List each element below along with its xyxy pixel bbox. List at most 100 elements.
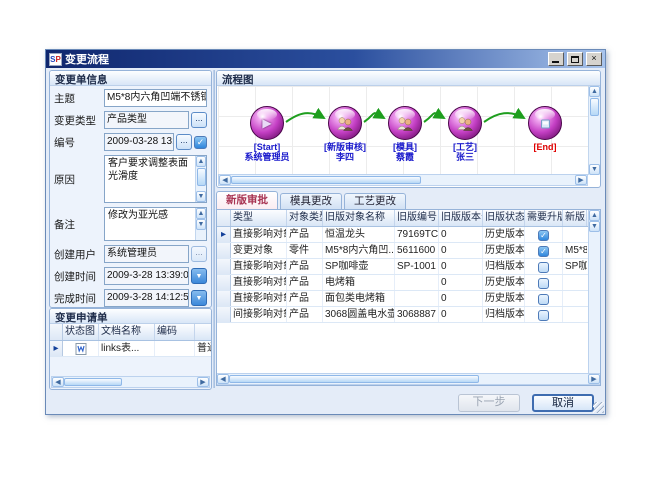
create-time-input[interactable]: 2009-3-28 13:39:01 [104,267,189,285]
number-checkbox[interactable]: ✓ [194,136,207,149]
column-header[interactable]: 需要升版 [525,210,563,226]
table-row[interactable]: 变更对象零件M5*8内六角凹...56116000历史版本✓M5*8 [217,243,600,259]
request-form-group: 变更申请单 状态图 文档名称 编码 ▸ links表... 普通 [49,308,212,390]
creator-row: 创建用户 系统管理员 ... [54,245,207,263]
scroll-left-icon[interactable]: ◀ [219,175,231,185]
flow-canvas[interactable]: ▶[Start]系统管理员[新版审核]李四[模具]蔡霞[工艺]张三[End] [218,86,588,175]
column-header[interactable]: 编码 [155,324,195,340]
scroll-right-icon[interactable]: ▶ [575,175,587,185]
finish-time-dropdown-icon[interactable]: ▼ [191,290,207,306]
column-header[interactable]: 类型 [231,210,287,226]
creator-browse-button[interactable]: ... [191,246,207,262]
cancel-button[interactable]: 取消 [532,394,594,412]
flow-node-step-1[interactable] [328,106,362,140]
reason-textarea[interactable]: 客户要求调整表面光滑度 ▲▼ [104,155,207,203]
upgrade-checkbox[interactable] [538,310,549,321]
remark-scrollbar[interactable]: ▲▼ [195,208,206,240]
row-selector [217,275,231,290]
remark-label: 备注 [54,217,104,232]
titlebar[interactable]: SP 变更流程 × [46,50,605,68]
table-row[interactable]: 直接影响对象产品SP咖啡壶SP-10010归档版本SP咖 [217,259,600,275]
cell-old_no: 79169TC [395,227,439,242]
scroll-thumb[interactable] [590,98,599,116]
column-header[interactable]: 新版 [563,210,587,226]
scroll-thumb[interactable] [197,168,206,186]
scroll-thumb[interactable] [231,176,421,184]
tab-new-version-approval[interactable]: 新版审批 [216,191,278,209]
request-table-hscrollbar[interactable]: ◀ ▶ [51,376,210,388]
remark-textarea[interactable]: 修改为亚光感 ▲▼ [104,207,207,241]
scroll-right-icon[interactable]: ▶ [197,377,209,387]
tab-mold-change[interactable]: 模具更改 [280,193,342,209]
scroll-right-icon[interactable]: ▶ [588,374,600,384]
flow-node-label: [工艺]张三 [420,142,510,162]
table-row[interactable]: 间接影响对象产品3068圆盖电水壶30688870归档版本 [217,307,600,323]
flow-node-end[interactable] [528,106,562,140]
column-header[interactable]: 旧版版本号 [439,210,483,226]
upgrade-checkbox[interactable] [538,262,549,273]
upgrade-checkbox[interactable]: ✓ [538,246,549,257]
scroll-thumb[interactable] [229,375,479,383]
column-header[interactable] [195,324,212,340]
resize-grip[interactable] [593,402,604,413]
row-selector: ▸ [50,341,63,356]
column-header[interactable]: 状态图 [63,324,99,340]
flow-node-step-3[interactable] [448,106,482,140]
scroll-left-icon[interactable]: ◀ [217,374,229,384]
table-row[interactable]: ▸ links表... 普通 [50,341,211,357]
subject-input[interactable]: M5*8内六角凹端不锈钢紧固螺钉 [104,89,207,107]
create-time-dropdown-icon[interactable]: ▼ [191,268,207,284]
desktop-background: SP 变更流程 × 变更单信息 主题 M5*8内六角凹端不锈钢紧固螺钉 变更类型… [0,0,660,477]
reason-scrollbar[interactable]: ▲▼ [195,156,206,202]
people-icon [456,116,474,131]
number-browse-button[interactable]: ... [176,134,192,150]
scroll-up-icon[interactable]: ▲ [589,210,600,221]
scroll-up-icon[interactable]: ▲ [589,86,600,97]
tab-process-change[interactable]: 工艺更改 [344,193,406,209]
scroll-thumb[interactable] [64,378,122,386]
table-row[interactable]: 直接影响对象产品电烤箱0历史版本 [217,275,600,291]
cell-old_name: 面包类电烤箱 [323,291,395,306]
end-cube-icon [539,117,552,130]
column-header[interactable]: 旧版编号 [395,210,439,226]
column-header[interactable]: 旧版对象名称 [323,210,395,226]
scroll-down-icon[interactable]: ▼ [196,191,206,202]
scroll-down-icon[interactable]: ▼ [589,221,600,232]
table-row[interactable]: ▸直接影响对象产品恒温龙头79169TC0历史版本✓ [217,227,600,243]
finish-time-input[interactable]: 2009-3-28 14:12:50 [104,289,189,307]
upgrade-checkbox[interactable] [538,278,549,289]
cell-upgrade: ✓ [525,227,563,242]
main-table-hscrollbar[interactable]: ◀ ▶ [217,373,600,385]
scroll-down-icon[interactable]: ▼ [196,219,206,230]
flow-hscrollbar[interactable]: ◀ ▶ [218,174,588,186]
creator-input[interactable]: 系统管理员 [104,245,189,263]
change-type-browse-button[interactable]: ... [191,112,207,128]
upgrade-checkbox[interactable]: ✓ [538,230,549,241]
remark-row: 备注 修改为亚光感 ▲▼ [54,207,207,241]
main-table-vscrollbar[interactable]: ▲ ▼ [588,210,600,373]
cell-old_name: 3068圆盖电水壶 [323,307,395,322]
panel-splitter[interactable] [213,70,215,388]
cell-upgrade [525,307,563,322]
cell-old_no: 5611600 [395,243,439,258]
next-button[interactable]: 下一步 [458,394,520,412]
table-row[interactable]: 直接影响对象产品面包类电烤箱0历史版本 [217,291,600,307]
number-input[interactable]: 2009-03-28 13:39:01 [104,133,174,151]
scroll-left-icon[interactable]: ◀ [52,377,64,387]
scroll-up-icon[interactable]: ▲ [196,156,206,167]
flow-arrow [364,113,384,122]
upgrade-checkbox[interactable] [538,294,549,305]
flow-vscrollbar[interactable]: ▲ ▼ [588,86,600,175]
close-button[interactable]: × [586,52,602,66]
flow-node-start[interactable]: ▶ [250,106,284,140]
column-header[interactable]: 对象类型 [287,210,323,226]
change-type-input[interactable]: 产品类型 [104,111,189,129]
column-header[interactable]: 文档名称 [99,324,155,340]
column-header[interactable]: 旧版状态 [483,210,525,226]
minimize-button[interactable] [548,52,564,66]
maximize-button[interactable] [567,52,583,66]
flow-node-step-2[interactable] [388,106,422,140]
scroll-down-icon[interactable]: ▼ [589,164,600,175]
scroll-up-icon[interactable]: ▲ [196,208,206,219]
request-table-header: 状态图 文档名称 编码 [50,324,211,341]
